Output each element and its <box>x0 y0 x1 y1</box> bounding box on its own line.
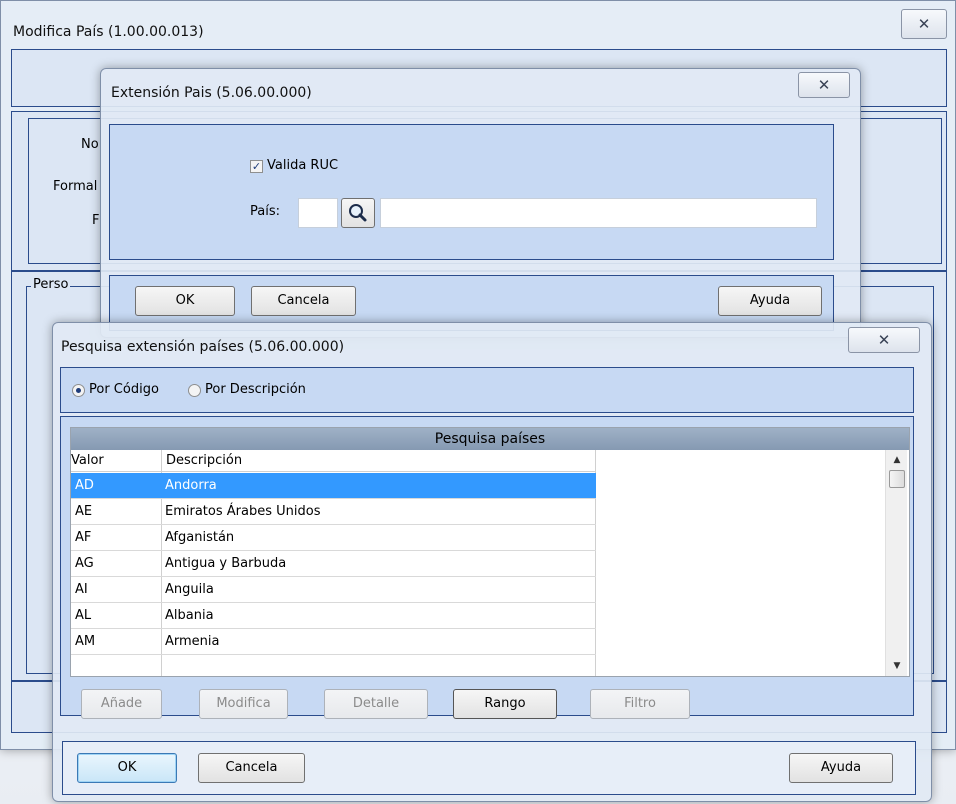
cell-descripcion: Anguila <box>165 582 214 597</box>
country-code-input[interactable] <box>298 198 338 228</box>
table-row[interactable]: AE Emiratos Árabes Unidos <box>71 499 596 525</box>
extension-cancel-button[interactable]: Cancela <box>251 286 356 316</box>
valida-ruc-checkbox[interactable]: ✓ <box>250 160 263 173</box>
table-row[interactable]: AM Armenia <box>71 629 596 655</box>
add-button[interactable]: Añade <box>81 689 162 719</box>
radio-by-description[interactable] <box>188 384 201 397</box>
cell-valor: AL <box>75 608 92 623</box>
scroll-down-arrow-icon[interactable]: ▼ <box>886 658 908 674</box>
extension-close-button[interactable]: ✕ <box>798 72 850 98</box>
extension-dialog-title: Extensión Pais (5.06.00.000) <box>111 85 312 101</box>
extension-form-panel: ✓ Valida RUC País: <box>109 124 834 260</box>
search-dialog: Pesquisa extensión países (5.06.00.000) … <box>52 322 932 802</box>
cell-descripcion: Andorra <box>165 478 217 493</box>
search-cancel-button[interactable]: Cancela <box>198 753 305 783</box>
radio-by-code[interactable] <box>72 384 85 397</box>
main-close-button[interactable]: ✕ <box>901 9 947 39</box>
cell-valor: AD <box>75 478 94 493</box>
countries-grid: Pesquisa países Valor Descripción AD Ando… <box>70 427 910 677</box>
cell-valor: AM <box>75 634 96 649</box>
cell-valor: AF <box>75 530 92 545</box>
cell-descripcion: Antigua y Barbuda <box>165 556 287 571</box>
search-button-panel: OK Cancela Ayuda <box>62 741 916 795</box>
extension-ok-button[interactable]: OK <box>135 286 235 316</box>
country-label: País: <box>250 204 280 219</box>
search-help-button[interactable]: Ayuda <box>789 753 893 783</box>
table-row-empty <box>71 655 596 676</box>
cell-valor: AI <box>75 582 88 597</box>
country-search-button[interactable] <box>341 198 375 228</box>
magnifier-icon <box>349 204 367 222</box>
main-label-f: F <box>92 213 100 228</box>
main-label-no: No <box>81 137 99 152</box>
cell-descripcion: Afganistán <box>165 530 235 545</box>
cell-valor: AE <box>75 504 93 519</box>
search-mode-panel: Por Código Por Descripción <box>60 367 914 413</box>
table-row[interactable]: AF Afganistán <box>71 525 596 551</box>
grid-caption: Pesquisa países <box>71 428 909 450</box>
grid-body: AD Andorra AE Emiratos Árabes Unidos AF Afgan… <box>71 473 596 676</box>
range-button[interactable]: Rango <box>453 689 557 719</box>
valida-ruc-label: Valida RUC <box>267 158 339 173</box>
cell-valor: AG <box>75 556 94 571</box>
cell-descripcion: Albania <box>165 608 214 623</box>
search-ok-button[interactable]: OK <box>77 753 177 783</box>
radio-by-description-label: Por Descripción <box>205 382 306 397</box>
detail-button[interactable]: Detalle <box>324 689 428 719</box>
table-row[interactable]: AL Albania <box>71 603 596 629</box>
cell-descripcion: Armenia <box>165 634 220 649</box>
search-results-panel: Pesquisa países Valor Descripción AD Ando… <box>60 416 914 719</box>
grid-header-row: Valor Descripción <box>71 450 596 472</box>
filter-button[interactable]: Filtro <box>590 689 690 719</box>
scroll-up-arrow-icon[interactable]: ▲ <box>886 452 908 468</box>
column-header-descripcion[interactable]: Descripción <box>166 453 242 468</box>
column-header-valor[interactable]: Valor <box>71 453 104 468</box>
main-label-formal: Formal <box>53 179 98 194</box>
extension-dialog: Extensión Pais (5.06.00.000) ✕ ✓ Valida … <box>100 68 861 338</box>
grid-scrollbar[interactable]: ▲ ▼ <box>885 450 908 676</box>
search-dialog-title: Pesquisa extensión países (5.06.00.000) <box>61 339 345 355</box>
radio-by-code-label: Por Código <box>89 382 159 397</box>
extension-help-button[interactable]: Ayuda <box>718 286 822 316</box>
main-window-title: Modifica País (1.00.00.013) <box>13 24 204 40</box>
scroll-thumb[interactable] <box>889 470 905 488</box>
main-label-persona: Perso <box>31 277 71 292</box>
search-close-button[interactable]: ✕ <box>848 327 920 353</box>
country-name-input[interactable] <box>380 198 817 228</box>
table-row[interactable]: AD Andorra <box>71 473 596 499</box>
table-row[interactable]: AI Anguila <box>71 577 596 603</box>
cell-descripcion: Emiratos Árabes Unidos <box>165 504 321 519</box>
modify-button[interactable]: Modifica <box>199 689 288 719</box>
table-row[interactable]: AG Antigua y Barbuda <box>71 551 596 577</box>
